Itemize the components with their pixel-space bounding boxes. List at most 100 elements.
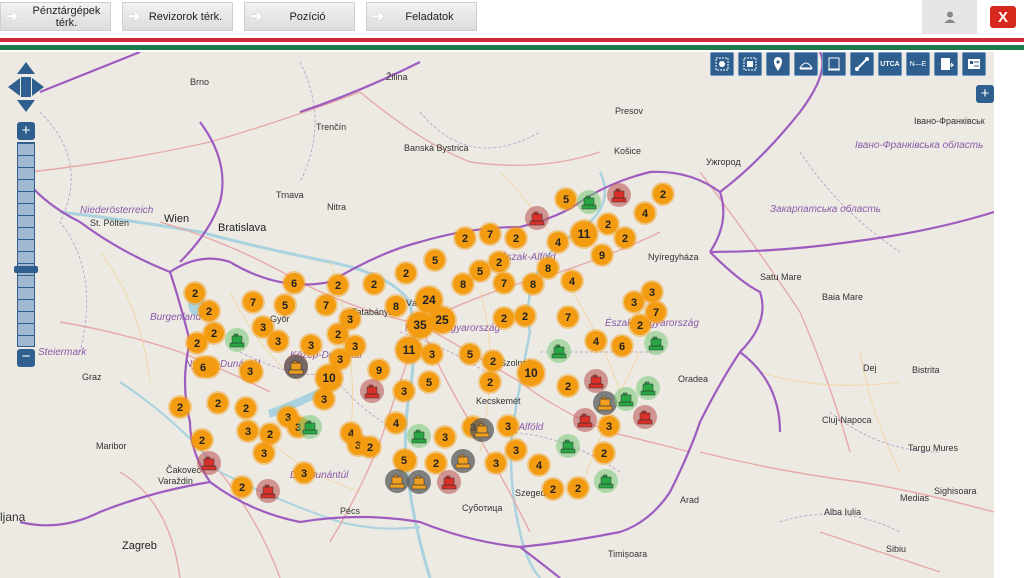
cluster-marker[interactable]: 2 xyxy=(628,313,652,337)
cluster-marker[interactable]: 2 xyxy=(478,370,502,394)
cash-register-map-button[interactable]: ➜ Pénztárgépek térk. xyxy=(0,2,111,31)
cash-register-marker[interactable] xyxy=(525,206,549,230)
cluster-marker[interactable]: 3 xyxy=(252,441,276,465)
cluster-marker[interactable]: 2 xyxy=(481,349,505,373)
list-button[interactable] xyxy=(962,52,986,76)
cash-register-marker[interactable] xyxy=(385,469,409,493)
cash-register-marker[interactable] xyxy=(607,183,631,207)
cluster-marker[interactable]: 2 xyxy=(453,226,477,250)
cluster-marker[interactable]: 2 xyxy=(492,306,516,330)
cash-register-marker[interactable] xyxy=(593,391,617,415)
cash-register-marker[interactable] xyxy=(547,339,571,363)
cash-register-marker[interactable] xyxy=(594,469,618,493)
cluster-marker[interactable]: 5 xyxy=(458,342,482,366)
cash-register-marker[interactable] xyxy=(256,479,280,503)
cluster-marker[interactable]: 3 xyxy=(266,329,290,353)
cluster-marker[interactable]: 11 xyxy=(569,219,599,249)
cash-register-marker[interactable] xyxy=(644,331,668,355)
cash-register-marker[interactable] xyxy=(437,470,461,494)
cluster-marker[interactable]: 6 xyxy=(610,334,634,358)
cluster-marker[interactable]: 2 xyxy=(613,226,637,250)
select-tool-button[interactable] xyxy=(710,52,734,76)
cash-register-marker[interactable] xyxy=(197,451,221,475)
cluster-marker[interactable]: 2 xyxy=(197,299,221,323)
cluster-marker[interactable]: 7 xyxy=(241,290,265,314)
cluster-marker[interactable]: 4 xyxy=(546,230,570,254)
cluster-marker[interactable]: 2 xyxy=(394,261,418,285)
cluster-marker[interactable]: 2 xyxy=(541,477,565,501)
cluster-marker[interactable]: 2 xyxy=(651,182,675,206)
cluster-marker[interactable]: 2 xyxy=(556,374,580,398)
cluster-marker[interactable]: 4 xyxy=(560,269,584,293)
cash-register-marker[interactable] xyxy=(556,434,580,458)
cluster-marker[interactable]: 2 xyxy=(513,304,537,328)
cluster-marker[interactable]: 9 xyxy=(590,243,614,267)
map-view[interactable]: Niederösterreich Burgenland Steiermark N… xyxy=(0,52,994,578)
cluster-marker[interactable]: 3 xyxy=(504,438,528,462)
cluster-marker[interactable]: 3 xyxy=(420,342,444,366)
cash-register-marker[interactable] xyxy=(407,424,431,448)
cash-register-marker[interactable] xyxy=(451,449,475,473)
cash-register-marker[interactable] xyxy=(584,369,608,393)
user-button[interactable] xyxy=(922,0,977,34)
cluster-marker[interactable]: 5 xyxy=(273,293,297,317)
cluster-marker[interactable]: 3 xyxy=(496,414,520,438)
close-button[interactable]: X xyxy=(990,6,1016,28)
cluster-marker[interactable]: 2 xyxy=(190,428,214,452)
cluster-marker[interactable]: 3 xyxy=(597,414,621,438)
cluster-marker[interactable]: 2 xyxy=(592,441,616,465)
fullscreen-button[interactable] xyxy=(738,52,762,76)
print-button[interactable] xyxy=(822,52,846,76)
cash-register-marker[interactable] xyxy=(636,376,660,400)
cluster-marker[interactable]: 8 xyxy=(521,272,545,296)
street-search-button[interactable]: UTCA xyxy=(878,52,902,76)
cluster-marker[interactable]: 3 xyxy=(392,379,416,403)
cluster-marker[interactable]: 8 xyxy=(451,272,475,296)
cluster-marker[interactable]: 2 xyxy=(206,391,230,415)
cluster-marker[interactable]: 3 xyxy=(236,419,260,443)
cluster-marker[interactable]: 2 xyxy=(362,272,386,296)
cash-register-marker[interactable] xyxy=(614,387,638,411)
cluster-marker[interactable]: 7 xyxy=(314,293,338,317)
cluster-marker[interactable]: 3 xyxy=(299,333,323,357)
cash-register-marker[interactable] xyxy=(407,470,431,494)
cluster-marker[interactable]: 5 xyxy=(392,448,416,472)
cluster-marker[interactable]: 4 xyxy=(633,201,657,225)
cluster-marker[interactable]: 5 xyxy=(423,248,447,272)
cash-register-marker[interactable] xyxy=(298,415,322,439)
cluster-marker[interactable]: 4 xyxy=(527,453,551,477)
cash-register-marker[interactable] xyxy=(573,408,597,432)
cluster-marker[interactable]: 2 xyxy=(566,476,590,500)
cluster-marker[interactable]: 3 xyxy=(292,461,316,485)
cash-register-marker[interactable] xyxy=(577,190,601,214)
cluster-marker[interactable]: 2 xyxy=(168,395,192,419)
cluster-marker[interactable]: 8 xyxy=(384,294,408,318)
cash-register-marker[interactable] xyxy=(360,379,384,403)
cash-register-marker[interactable] xyxy=(284,355,308,379)
cluster-marker[interactable]: 6 xyxy=(282,271,306,295)
cluster-marker[interactable]: 5 xyxy=(417,370,441,394)
cluster-marker[interactable]: 3 xyxy=(484,451,508,475)
cluster-marker[interactable]: 2 xyxy=(234,396,258,420)
cluster-marker[interactable]: 2 xyxy=(504,226,528,250)
cluster-marker[interactable]: 3 xyxy=(640,280,664,304)
inspectors-map-button[interactable]: ➜ Revizorok térk. xyxy=(122,2,233,31)
cluster-marker[interactable]: 6 xyxy=(191,355,215,379)
cluster-marker[interactable]: 3 xyxy=(238,359,262,383)
poi-button[interactable] xyxy=(766,52,790,76)
report-button[interactable] xyxy=(934,52,958,76)
measure-area-button[interactable] xyxy=(794,52,818,76)
cash-register-marker[interactable] xyxy=(633,405,657,429)
cluster-marker[interactable]: 10 xyxy=(516,358,546,388)
cluster-marker[interactable]: 4 xyxy=(384,411,408,435)
cluster-marker[interactable]: 4 xyxy=(584,329,608,353)
cluster-marker[interactable]: 7 xyxy=(556,305,580,329)
cluster-marker[interactable]: 9 xyxy=(367,358,391,382)
coordinate-button[interactable]: N—E xyxy=(906,52,930,76)
layer-switcher-button[interactable]: + xyxy=(976,85,994,103)
tasks-button[interactable]: ➜ Feladatok xyxy=(366,2,477,31)
cluster-marker[interactable]: 2 xyxy=(230,475,254,499)
cluster-marker[interactable]: 2 xyxy=(202,321,226,345)
cash-register-marker[interactable] xyxy=(470,418,494,442)
position-button[interactable]: ➜ Pozíció xyxy=(244,2,355,31)
